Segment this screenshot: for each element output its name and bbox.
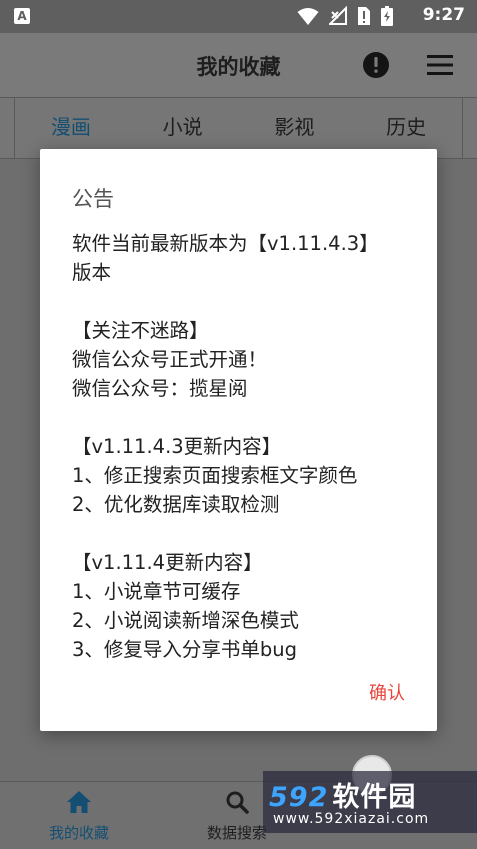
message-line: 【关注不迷路】: [72, 319, 209, 342]
watermark-text: 软件园: [332, 782, 417, 813]
message-line: 【v1.11.4.3更新内容】: [72, 435, 282, 458]
watermark: 592 软件园 www.592xiazai.com: [263, 771, 477, 833]
message-line: 【v1.11.4更新内容】: [72, 551, 263, 574]
page-title: 我的收藏: [196, 55, 281, 79]
menu-icon[interactable]: [427, 53, 453, 77]
wifi-icon: [297, 8, 319, 25]
status-icons: [297, 6, 393, 26]
battery-charging-icon: [381, 6, 393, 26]
nav-item-favorites[interactable]: 我的收藏: [19, 790, 139, 843]
app-notification-icon: A: [14, 8, 30, 24]
message-line: 2、小说阅读新增深色模式: [72, 609, 299, 632]
dialog-message: 软件当前最新版本为【v1.11.4.3】 版本 【关注不迷路】 微信公众号正式开…: [72, 229, 412, 664]
signal-off-icon: [329, 6, 347, 25]
confirm-button[interactable]: 确认: [369, 679, 405, 705]
announcement-dialog: 公告 软件当前最新版本为【v1.11.4.3】 版本 【关注不迷路】 微信公众号…: [40, 149, 437, 731]
message-line: 微信公众号正式开通！: [72, 348, 268, 371]
watermark-brand: 592 软件园: [269, 775, 416, 814]
message-line: 1、小说章节可缓存: [72, 580, 241, 603]
watermark-url: www.592xiazai.com: [273, 811, 430, 827]
app-header: 我的收藏: [0, 33, 477, 97]
nav-item-label: 我的收藏: [48, 824, 109, 842]
watermark-number: 592: [269, 782, 329, 813]
home-icon: [67, 791, 91, 813]
dialog-title: 公告: [72, 187, 114, 211]
no-sim-icon: [358, 7, 370, 25]
message-line: 1、修正搜索页面搜索框文字颜色: [72, 464, 358, 487]
status-bar: A 9:27: [0, 0, 477, 33]
message-line: 2、优化数据库读取检测: [72, 493, 280, 516]
message-line: 软件当前最新版本为【v1.11.4.3】: [72, 232, 379, 255]
message-line: 3、修复导入分享书单bug: [72, 638, 298, 661]
alert-icon[interactable]: [362, 51, 390, 79]
search-icon: [226, 791, 249, 814]
message-line: 微信公众号：揽星阅: [72, 377, 248, 400]
clock: 9:27: [422, 5, 465, 25]
message-line: 版本: [72, 261, 112, 284]
